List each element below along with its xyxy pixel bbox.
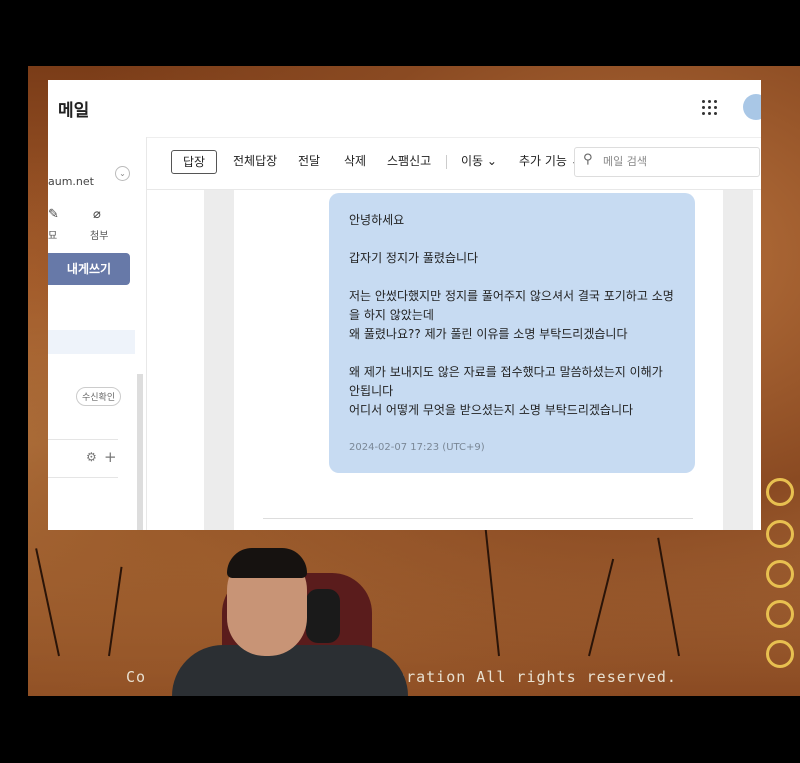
ornament-swirl (766, 560, 794, 588)
apps-grid-icon[interactable] (702, 100, 717, 115)
read-receipt-badge[interactable]: 수신확인 (76, 387, 122, 406)
ornament-swirl (766, 520, 794, 548)
plus-icon[interactable]: + (104, 448, 117, 466)
divider (446, 155, 447, 169)
app-title: 메일 (58, 101, 90, 121)
compose-self-button[interactable]: 내게쓰기 (48, 253, 130, 285)
scrollbar[interactable] (137, 374, 143, 530)
top-bar: 메일 (48, 80, 761, 138)
chevron-down-icon[interactable]: ⌄ (115, 166, 130, 181)
toolbar: 답장 전체답장 전달 삭제 스팸신고 이동 ⌄ 추가 기능 ⌄ ⚲ (147, 137, 761, 190)
reply-button[interactable]: 답장 (171, 150, 217, 174)
divider (48, 439, 118, 440)
search-box[interactable]: ⚲ (574, 147, 760, 177)
copyright-left: Co (126, 668, 147, 686)
divider (263, 518, 693, 519)
search-icon[interactable]: ⚲ (583, 152, 593, 167)
person-hair (227, 548, 307, 578)
message-timestamp: 2024-02-07 17:23 (UTC+9) (349, 442, 485, 453)
partial-label: 묘 (48, 231, 58, 242)
message-view: 안녕하세요 갑자기 정지가 풀렸습니다 저는 안썼다했지만 정지를 풀어주지 않… (147, 190, 761, 530)
spam-button[interactable]: 스팸신고 (387, 152, 431, 169)
reed-decoration (35, 548, 60, 657)
reed-decoration (588, 558, 615, 657)
ornament-swirl (766, 478, 794, 506)
attach-label[interactable]: 첨부 (90, 227, 108, 242)
mail-window: 메일 aum.net ⌄ ✎ 묘 ⌀ 첨부 내게쓰기 수신확인 ⚙ + 답장 전… (48, 80, 761, 530)
reed-decoration (108, 566, 123, 657)
partial-icon[interactable]: ✎ (48, 207, 59, 222)
person-body (172, 645, 408, 696)
divider (48, 477, 118, 478)
copyright-right: oration All rights reserved. (396, 668, 677, 686)
paperclip-icon[interactable]: ⌀ (93, 207, 101, 222)
gear-icon[interactable]: ⚙ (86, 450, 97, 464)
message-bubble: 안녕하세요 갑자기 정지가 풀렸습니다 저는 안썼다했지만 정지를 풀어주지 않… (329, 193, 695, 473)
reed-decoration (484, 526, 500, 657)
headset (306, 589, 340, 643)
gutter (204, 190, 234, 530)
ornament-swirl (766, 600, 794, 628)
avatar[interactable] (743, 94, 761, 120)
search-input[interactable] (601, 154, 745, 169)
gutter (723, 190, 753, 530)
delete-button[interactable]: 삭제 (344, 152, 366, 169)
sidebar: aum.net ⌄ ✎ 묘 ⌀ 첨부 내게쓰기 수신확인 ⚙ + (48, 137, 146, 530)
reed-decoration (657, 537, 680, 657)
more-button[interactable]: 추가 기능 ⌄ (519, 152, 581, 169)
reply-all-button[interactable]: 전체답장 (233, 152, 277, 169)
ornament-swirl (766, 640, 794, 668)
account-address[interactable]: aum.net (48, 175, 94, 188)
forward-button[interactable]: 전달 (298, 152, 320, 169)
selected-folder[interactable] (48, 330, 135, 354)
move-button[interactable]: 이동 ⌄ (461, 152, 497, 169)
message-body: 안녕하세요 갑자기 정지가 풀렸습니다 저는 안썼다했지만 정지를 풀어주지 않… (349, 213, 674, 417)
webcam-overlay (172, 545, 408, 696)
